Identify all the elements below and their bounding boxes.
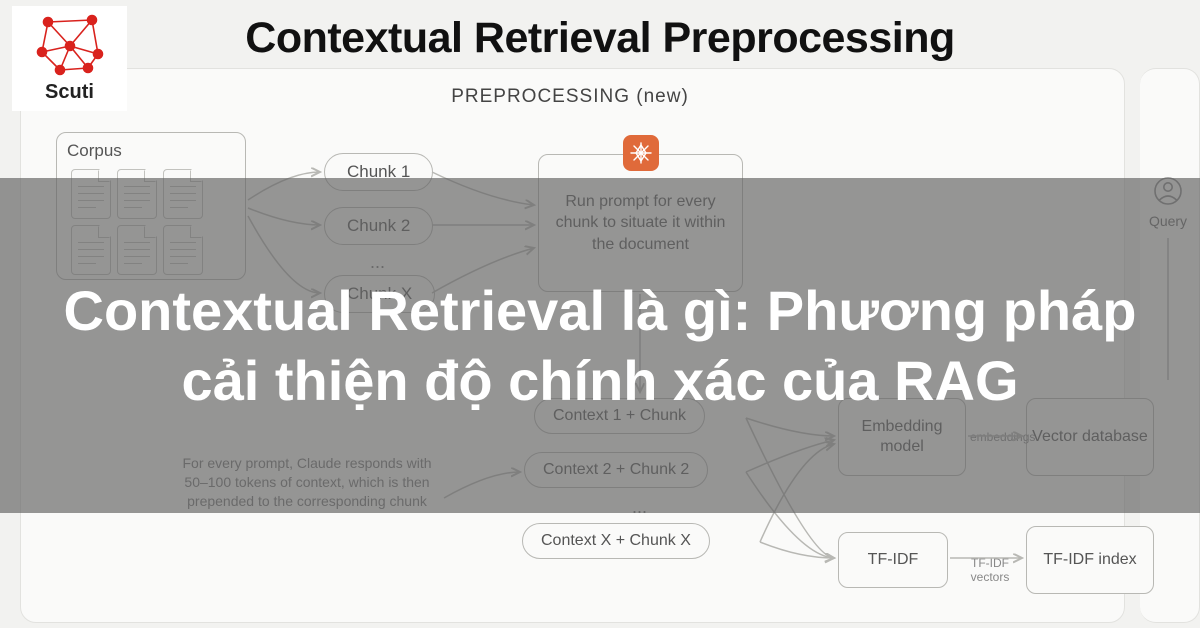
overlay-title: Contextual Retrieval là gì: Phương pháp … [0, 276, 1200, 416]
graph-network-icon [30, 14, 110, 79]
title-overlay: Contextual Retrieval là gì: Phương pháp … [0, 178, 1200, 513]
logo-text: Scuti [45, 81, 94, 104]
scuti-logo: Scuti [12, 6, 127, 111]
